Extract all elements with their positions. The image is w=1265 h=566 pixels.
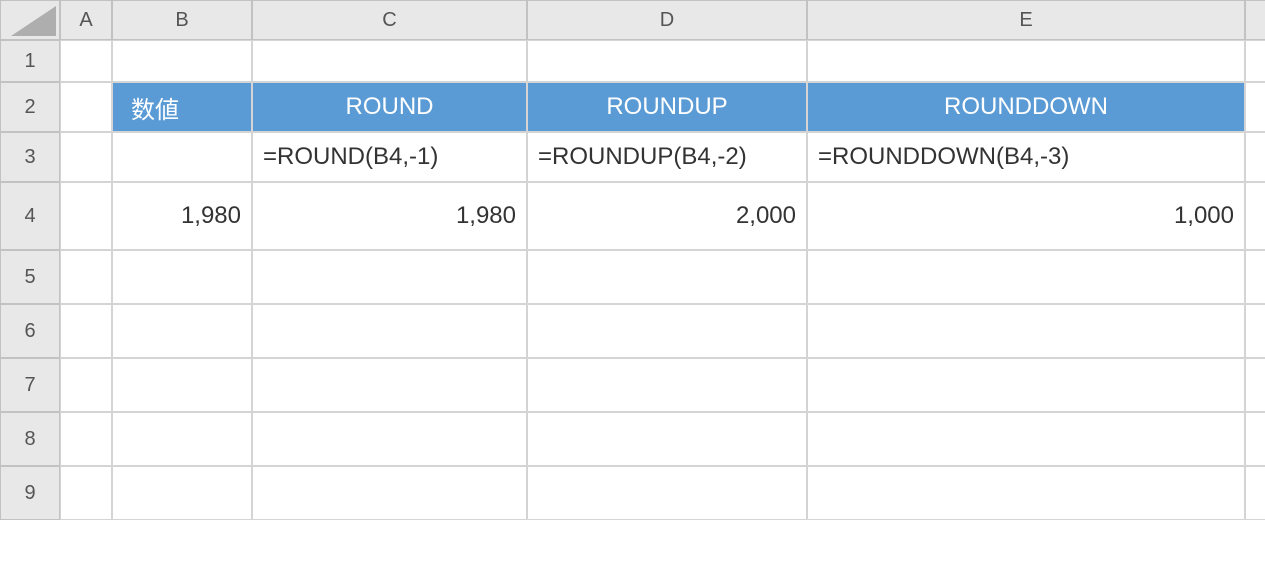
cell-D6[interactable] bbox=[527, 304, 807, 358]
cell-B3[interactable] bbox=[112, 132, 252, 182]
col-header-D[interactable]: D bbox=[527, 0, 807, 40]
cell-E5[interactable] bbox=[807, 250, 1245, 304]
row-header-1[interactable]: 1 bbox=[0, 40, 60, 82]
col-header-A[interactable]: A bbox=[60, 0, 112, 40]
cell-F5[interactable] bbox=[1245, 250, 1265, 304]
cell-C4[interactable]: 1,980 bbox=[252, 182, 527, 250]
cell-B9[interactable] bbox=[112, 466, 252, 520]
cell-A2[interactable] bbox=[60, 82, 112, 132]
cell-D3[interactable]: =ROUNDUP(B4,-2) bbox=[527, 132, 807, 182]
cell-C7[interactable] bbox=[252, 358, 527, 412]
cell-F2[interactable] bbox=[1245, 82, 1265, 132]
cell-F3[interactable] bbox=[1245, 132, 1265, 182]
row-header-8[interactable]: 8 bbox=[0, 412, 60, 466]
cell-F1[interactable] bbox=[1245, 40, 1265, 82]
row-header-6[interactable]: 6 bbox=[0, 304, 60, 358]
cell-A7[interactable] bbox=[60, 358, 112, 412]
row-header-4[interactable]: 4 bbox=[0, 182, 60, 250]
cell-D2[interactable]: ROUNDUP bbox=[527, 82, 807, 132]
cell-B8[interactable] bbox=[112, 412, 252, 466]
cell-F4[interactable] bbox=[1245, 182, 1265, 250]
cell-A4[interactable] bbox=[60, 182, 112, 250]
cell-D1[interactable] bbox=[527, 40, 807, 82]
cell-D4[interactable]: 2,000 bbox=[527, 182, 807, 250]
cell-C2[interactable]: ROUND bbox=[252, 82, 527, 132]
cell-F7[interactable] bbox=[1245, 358, 1265, 412]
row-header-7[interactable]: 7 bbox=[0, 358, 60, 412]
cell-E1[interactable] bbox=[807, 40, 1245, 82]
cell-E6[interactable] bbox=[807, 304, 1245, 358]
cell-B2[interactable]: 数値 bbox=[112, 82, 252, 132]
cell-D9[interactable] bbox=[527, 466, 807, 520]
row-header-3[interactable]: 3 bbox=[0, 132, 60, 182]
cell-E7[interactable] bbox=[807, 358, 1245, 412]
cell-F8[interactable] bbox=[1245, 412, 1265, 466]
cell-D7[interactable] bbox=[527, 358, 807, 412]
cell-A3[interactable] bbox=[60, 132, 112, 182]
cell-A8[interactable] bbox=[60, 412, 112, 466]
cell-E2[interactable]: ROUNDDOWN bbox=[807, 82, 1245, 132]
cell-C8[interactable] bbox=[252, 412, 527, 466]
cell-E3[interactable]: =ROUNDDOWN(B4,-3) bbox=[807, 132, 1245, 182]
cell-E9[interactable] bbox=[807, 466, 1245, 520]
cell-A1[interactable] bbox=[60, 40, 112, 82]
cell-C3[interactable]: =ROUND(B4,-1) bbox=[252, 132, 527, 182]
col-header-E[interactable]: E bbox=[807, 0, 1245, 40]
row-header-2[interactable]: 2 bbox=[0, 82, 60, 132]
cell-A5[interactable] bbox=[60, 250, 112, 304]
cell-C1[interactable] bbox=[252, 40, 527, 82]
cell-E8[interactable] bbox=[807, 412, 1245, 466]
cell-B7[interactable] bbox=[112, 358, 252, 412]
cell-F9[interactable] bbox=[1245, 466, 1265, 520]
cell-C5[interactable] bbox=[252, 250, 527, 304]
col-header-spill[interactable] bbox=[1245, 0, 1265, 40]
cell-F6[interactable] bbox=[1245, 304, 1265, 358]
row-header-9[interactable]: 9 bbox=[0, 466, 60, 520]
cell-B4[interactable]: 1,980 bbox=[112, 182, 252, 250]
col-header-B[interactable]: B bbox=[112, 0, 252, 40]
cell-D5[interactable] bbox=[527, 250, 807, 304]
row-header-5[interactable]: 5 bbox=[0, 250, 60, 304]
cell-A9[interactable] bbox=[60, 466, 112, 520]
cell-A6[interactable] bbox=[60, 304, 112, 358]
cell-C9[interactable] bbox=[252, 466, 527, 520]
cell-D8[interactable] bbox=[527, 412, 807, 466]
select-all-corner[interactable] bbox=[0, 0, 60, 40]
col-header-C[interactable]: C bbox=[252, 0, 527, 40]
cell-B5[interactable] bbox=[112, 250, 252, 304]
cell-C6[interactable] bbox=[252, 304, 527, 358]
cell-B1[interactable] bbox=[112, 40, 252, 82]
cell-E4[interactable]: 1,000 bbox=[807, 182, 1245, 250]
spreadsheet-grid[interactable]: A B C D E 1 2 数値 ROUND ROUNDUP ROUNDDOWN… bbox=[0, 0, 1265, 520]
cell-B6[interactable] bbox=[112, 304, 252, 358]
